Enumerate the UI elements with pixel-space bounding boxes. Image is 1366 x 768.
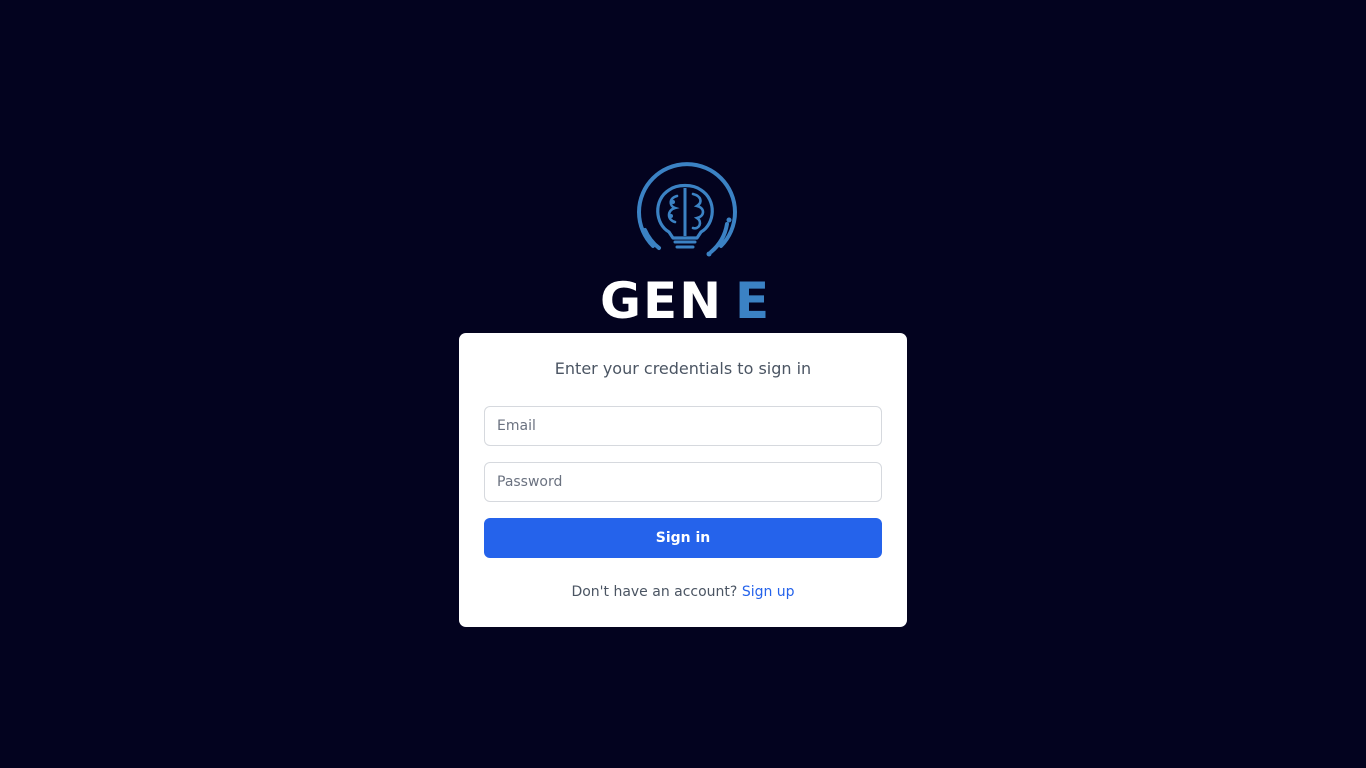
login-card: Enter your credentials to sign in Sign i… — [459, 333, 907, 627]
sign-in-button[interactable]: Sign in — [484, 518, 882, 558]
brand-name-part2: E — [735, 272, 769, 325]
brand-name-part1: GEN — [600, 272, 723, 325]
login-page: GEN E Enter your credentials to sign in … — [0, 0, 1366, 768]
no-account-text: Don't have an account? — [571, 584, 738, 600]
signup-prompt: Don't have an account? Sign up — [459, 583, 907, 601]
brand-logo: GEN E — [593, 160, 773, 325]
login-subtitle: Enter your credentials to sign in — [554, 359, 812, 378]
email-input[interactable] — [484, 406, 882, 446]
sign-up-link[interactable]: Sign up — [742, 584, 795, 600]
brain-lightbulb-icon: GEN E — [600, 162, 769, 325]
password-input[interactable] — [484, 462, 882, 502]
